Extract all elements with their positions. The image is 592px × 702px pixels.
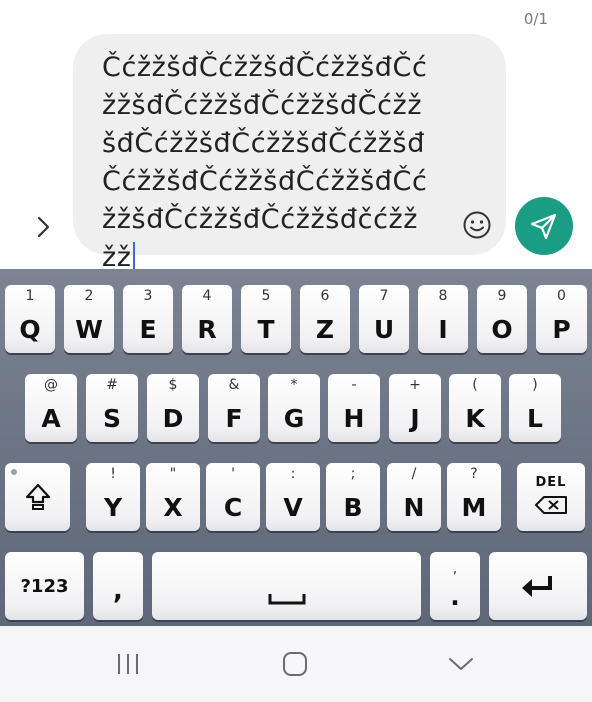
key-a[interactable]: @ A bbox=[25, 374, 77, 442]
key-i[interactable]: 8I bbox=[418, 285, 468, 353]
key-p[interactable]: 0P bbox=[536, 285, 587, 353]
expand-button[interactable] bbox=[28, 212, 58, 242]
navigation-bar bbox=[0, 626, 592, 702]
message-text: ČćžžšđČćžžšđČćžžšđČćžžšđČćžžšđČćžžšđČćžž… bbox=[102, 52, 428, 273]
key-w[interactable]: 2W bbox=[64, 285, 114, 353]
key-e[interactable]: 3E bbox=[123, 285, 173, 353]
del-label: DEL bbox=[535, 475, 567, 490]
smiley-icon bbox=[463, 211, 491, 239]
key-k[interactable]: (K bbox=[449, 374, 501, 442]
key-n[interactable]: / N bbox=[387, 463, 441, 531]
message-counter: 0/1 bbox=[523, 10, 548, 28]
key-t[interactable]: 5T bbox=[241, 285, 291, 353]
period-key[interactable]: , . bbox=[430, 552, 480, 620]
message-input[interactable]: ČćžžšđČćžžšđČćžžšđČćžžšđČćžžšđČćžžšđČćžž… bbox=[73, 34, 506, 273]
shift-icon bbox=[25, 483, 50, 510]
space-key[interactable] bbox=[152, 552, 421, 620]
key-d[interactable]: $ D bbox=[147, 374, 199, 442]
key-b[interactable]: ; B bbox=[326, 463, 380, 531]
key-q[interactable]: 1Q bbox=[5, 285, 55, 353]
enter-icon bbox=[522, 576, 552, 597]
key-c[interactable]: ' C bbox=[206, 463, 260, 531]
key-f[interactable]: & F bbox=[208, 374, 260, 442]
key-y[interactable]: ! Y bbox=[86, 463, 140, 531]
comma-label: , bbox=[113, 576, 123, 606]
key-m[interactable]: ? M bbox=[447, 463, 501, 531]
back-button[interactable] bbox=[441, 646, 481, 682]
key-o[interactable]: 9O bbox=[477, 285, 527, 353]
key-g[interactable]: * G bbox=[268, 374, 320, 442]
key-u[interactable]: 7U bbox=[359, 285, 409, 353]
backspace-icon bbox=[535, 496, 567, 514]
compose-area: 0/1 ČćžžšđČćžžšđČćžžšđČćžžšđČćžžšđČćžžšđ… bbox=[0, 0, 592, 273]
back-chevron-icon bbox=[449, 658, 473, 670]
shift-key[interactable] bbox=[5, 463, 70, 531]
key-h[interactable]: -H bbox=[328, 374, 380, 442]
key-v[interactable]: :V bbox=[266, 463, 320, 531]
key-s[interactable]: # S bbox=[86, 374, 138, 442]
home-icon bbox=[283, 652, 307, 676]
enter-key[interactable] bbox=[489, 552, 587, 620]
symbols-key[interactable]: ?123 bbox=[5, 552, 84, 620]
key-l[interactable]: ) L bbox=[509, 374, 561, 442]
recent-apps-button[interactable] bbox=[108, 646, 148, 682]
text-caret bbox=[132, 242, 135, 272]
key-j[interactable]: + J bbox=[389, 374, 441, 442]
symbols-label: ?123 bbox=[20, 575, 69, 597]
space-icon bbox=[268, 594, 306, 605]
message-text-container[interactable]: ČćžžšđČćžžšđČćžžšđČćžžšđČćžžšđČćžžšđČćžž… bbox=[102, 49, 432, 277]
recent-apps-icon bbox=[118, 654, 138, 674]
keyboard: 1Q 2W 3E 4R 5T 6Z 7U 8I 9O 0P @ A # S $ D &… bbox=[0, 269, 592, 626]
emoji-button[interactable] bbox=[460, 208, 494, 242]
send-icon bbox=[530, 213, 557, 240]
key-x[interactable]: " X bbox=[146, 463, 200, 531]
chevron-right-icon bbox=[37, 216, 50, 238]
home-button[interactable] bbox=[275, 646, 315, 682]
delete-key[interactable]: DEL bbox=[517, 463, 585, 531]
comma-key[interactable]: , bbox=[93, 552, 143, 620]
send-button[interactable] bbox=[515, 197, 573, 255]
key-z[interactable]: 6Z bbox=[300, 285, 350, 353]
key-r[interactable]: 4R bbox=[182, 285, 232, 353]
